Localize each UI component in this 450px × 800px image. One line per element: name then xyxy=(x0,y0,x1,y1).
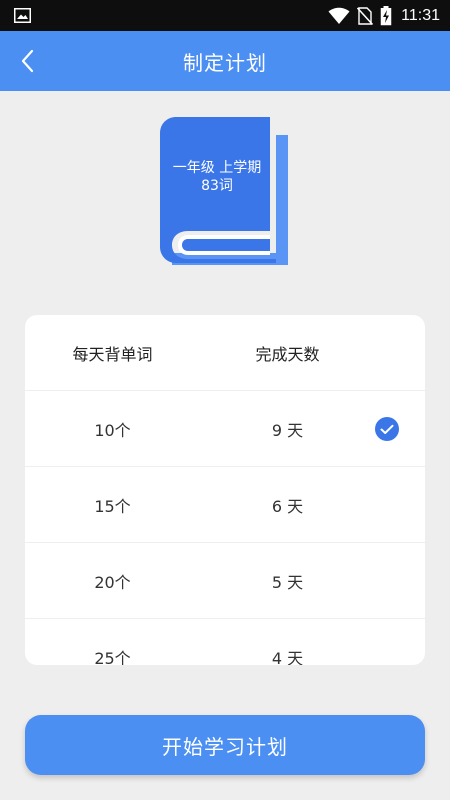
words-per-day-value: 20个 xyxy=(94,572,131,592)
plan-card: 每天背单词 完成天数 10个 9 天 15个 6 天 20个 5 天 25个 4… xyxy=(25,315,425,665)
book-cover: 一年级 上学期 83词 xyxy=(158,115,292,267)
check-icon xyxy=(375,417,399,441)
words-per-day-value: 25个 xyxy=(94,648,131,666)
days-value: 5 天 xyxy=(271,572,304,592)
words-per-day-value: 10个 xyxy=(94,420,131,440)
plan-table-header: 每天背单词 完成天数 xyxy=(25,315,425,391)
header-days-to-complete: 完成天数 xyxy=(255,344,320,364)
plan-option-row[interactable]: 20个 5 天 xyxy=(25,543,425,619)
plan-option-row[interactable]: 25个 4 天 xyxy=(25,619,425,666)
app-bar: 制定计划 xyxy=(0,31,450,91)
battery-charging-icon xyxy=(380,5,392,25)
plan-option-row[interactable]: 15个 6 天 xyxy=(25,467,425,543)
wifi-icon xyxy=(328,7,350,24)
status-bar: 11:31 xyxy=(0,0,450,31)
book-word-count: 83词 xyxy=(201,178,233,194)
chevron-left-icon xyxy=(21,49,34,73)
start-plan-button[interactable]: 开始学习计划 xyxy=(25,715,425,775)
days-value: 6 天 xyxy=(271,496,304,516)
days-value: 4 天 xyxy=(271,648,304,666)
days-value: 9 天 xyxy=(271,420,304,440)
no-sim-icon xyxy=(357,6,374,25)
header-words-per-day: 每天背单词 xyxy=(72,344,153,364)
page-title: 制定计划 xyxy=(183,50,267,75)
back-button[interactable] xyxy=(14,48,40,74)
book-grade-label: 一年级 上学期 xyxy=(172,160,262,176)
words-per-day-value: 15个 xyxy=(94,496,131,516)
status-time: 11:31 xyxy=(401,6,440,24)
gallery-icon xyxy=(14,8,31,23)
plan-option-row[interactable]: 10个 9 天 xyxy=(25,391,425,467)
